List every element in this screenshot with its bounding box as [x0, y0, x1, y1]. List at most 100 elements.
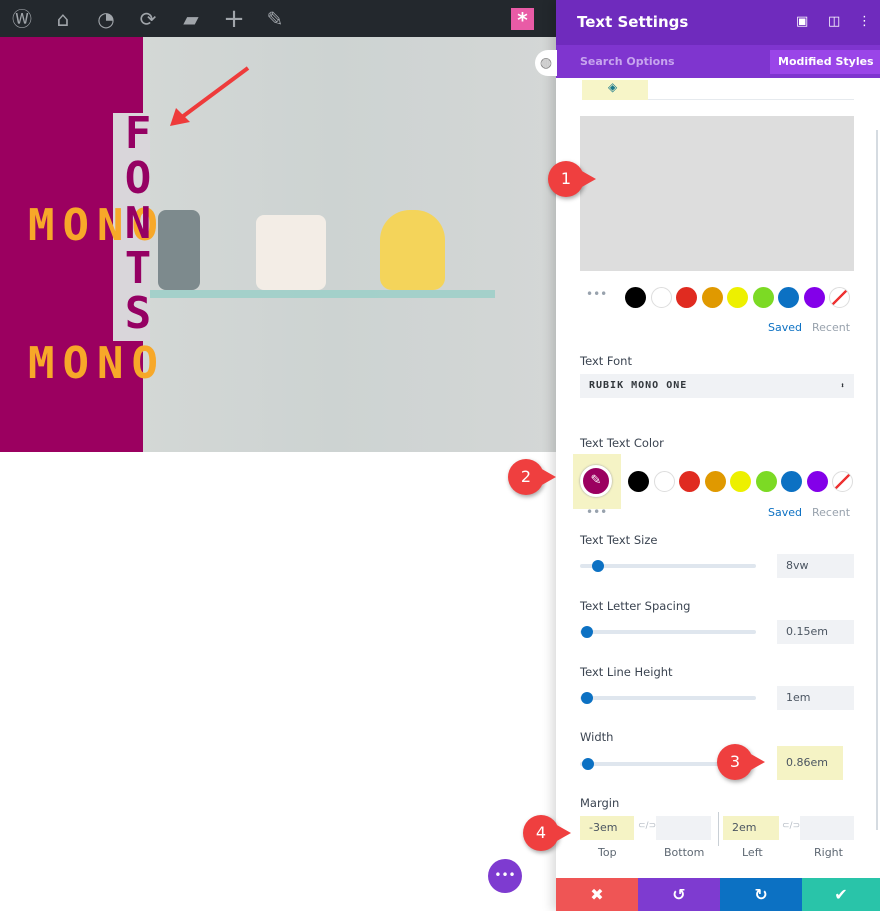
wordpress-icon[interactable]: Ⓦ — [9, 6, 35, 32]
text-font-label: Text Font — [580, 354, 632, 368]
top-label: Top — [598, 846, 617, 859]
margin-label: Margin — [580, 796, 620, 810]
margin-left-input[interactable]: 2em — [723, 816, 779, 840]
settings-panel: Text Settings ▣ ◫ ⋮ Search Options Modif… — [556, 0, 880, 911]
more-colors-icon[interactable]: ••• — [586, 287, 607, 301]
close-icon[interactable]: ✖ — [784, 79, 793, 92]
scrollbar[interactable] — [876, 130, 878, 830]
annotation-badge: 4 — [523, 815, 571, 851]
yellow-vase — [380, 210, 445, 290]
line-height-input[interactable]: 1em — [777, 686, 854, 710]
width-label: Width — [580, 730, 614, 744]
modified-styles-filter[interactable]: Modified Styles ✖ — [770, 50, 880, 92]
right-label: Right — [814, 846, 843, 859]
recent-tab[interactable]: Recent — [812, 506, 850, 519]
redo-button[interactable]: ↻ — [720, 878, 802, 911]
letter-spacing-slider[interactable] — [580, 626, 756, 638]
panel-header: Text Settings ▣ ◫ ⋮ — [556, 0, 880, 45]
color-preview[interactable] — [580, 116, 854, 271]
color-swatch[interactable] — [727, 287, 748, 308]
slider-handle[interactable] — [582, 758, 594, 770]
text-font-value: RUBIK MONO ONE — [589, 380, 688, 391]
text-color-label: Text Text Color — [580, 436, 664, 450]
text-size-input[interactable]: 8vw — [777, 554, 854, 578]
bottom-label: Bottom — [664, 846, 705, 859]
vertical-letter: S — [124, 288, 152, 339]
cancel-button[interactable]: ✖ — [556, 878, 638, 911]
no-color-swatch[interactable] — [829, 287, 850, 308]
sites-icon[interactable]: ⌂ — [50, 6, 76, 32]
slider-handle[interactable] — [592, 560, 604, 572]
red-arrow-annotation — [170, 66, 250, 126]
text-size-label: Text Text Size — [580, 533, 658, 547]
color-swatch[interactable] — [803, 287, 825, 308]
line-height-slider[interactable] — [580, 692, 756, 704]
fullscreen-icon[interactable]: ▣ — [796, 14, 808, 29]
page-settings-button[interactable]: ••• — [488, 859, 522, 893]
comment-icon[interactable]: ▰ — [178, 6, 204, 32]
mono-heading: MONO — [28, 338, 166, 389]
dashboard-icon[interactable]: ◔ — [93, 6, 119, 32]
white-pot — [256, 215, 326, 290]
search-options-input[interactable]: Search Options — [580, 55, 675, 68]
color-swatch[interactable] — [653, 471, 675, 492]
split-view-icon[interactable]: ◫ — [828, 14, 840, 29]
text-size-slider[interactable] — [580, 560, 756, 572]
save-button[interactable]: ✔ — [802, 878, 880, 911]
admin-bar: Ⓦ ⌂ ◔ ⟳ ▰ + ✎ * — [0, 0, 556, 37]
link-icon[interactable]: ⊂/⊃ — [782, 821, 800, 831]
slider-handle[interactable] — [581, 692, 593, 704]
annotation-badge: 3 — [717, 744, 765, 780]
color-swatch[interactable] — [628, 471, 649, 492]
color-swatch[interactable] — [755, 471, 777, 492]
width-input[interactable]: 0.86em — [777, 746, 843, 780]
color-swatch[interactable] — [701, 287, 723, 308]
left-label: Left — [742, 846, 763, 859]
annotation-badge: 1 — [548, 161, 596, 197]
pencil-icon[interactable]: ✎ — [262, 6, 288, 32]
color-swatch[interactable] — [625, 287, 646, 308]
vertical-letter: F — [124, 108, 152, 159]
refresh-icon[interactable]: ⟳ — [135, 6, 161, 32]
color-swatch[interactable] — [781, 471, 802, 492]
color-swatch[interactable] — [679, 471, 700, 492]
color-swatch[interactable] — [778, 287, 799, 308]
color-swatch[interactable] — [730, 471, 751, 492]
saved-tab[interactable]: Saved — [768, 321, 802, 334]
vertical-letter: T — [124, 243, 152, 294]
link-icon[interactable]: ⊂/⊃ — [638, 821, 656, 831]
saved-tab[interactable]: Saved — [768, 506, 802, 519]
margin-bottom-input[interactable] — [656, 816, 711, 840]
margin-right-input[interactable] — [800, 816, 854, 840]
paint-bucket-icon: ◈ — [608, 80, 618, 94]
more-colors-icon[interactable]: ••• — [586, 505, 607, 519]
vertical-letter: N — [124, 198, 152, 249]
divi-star-icon[interactable]: * — [511, 8, 534, 32]
text-font-select[interactable]: RUBIK MONO ONE ⬍ — [580, 374, 854, 398]
annotation-badge: 2 — [508, 459, 556, 495]
letter-spacing-label: Text Letter Spacing — [580, 599, 691, 613]
eyedropper-color-picker[interactable]: ✎ — [580, 465, 612, 497]
no-color-swatch[interactable] — [832, 471, 853, 492]
color-swatch[interactable] — [650, 287, 672, 308]
panel-subheader: Search Options Modified Styles ✖ — [556, 45, 880, 92]
color-swatch[interactable] — [676, 287, 697, 308]
shelf — [150, 290, 495, 298]
vertical-letter: O — [124, 153, 152, 204]
slider-handle[interactable] — [581, 626, 593, 638]
recent-tab[interactable]: Recent — [812, 321, 850, 334]
undo-button[interactable]: ↺ — [638, 878, 720, 911]
globe-icon[interactable]: ◍ — [535, 50, 557, 76]
margin-top-input[interactable]: -3em — [580, 816, 634, 840]
panel-title: Text Settings — [577, 13, 689, 31]
select-arrows-icon: ⬍ — [840, 381, 846, 390]
more-options-icon[interactable]: ⋮ — [858, 14, 871, 29]
color-swatch[interactable] — [704, 471, 726, 492]
plus-icon[interactable]: + — [221, 6, 247, 32]
color-swatch[interactable] — [752, 287, 774, 308]
letter-spacing-input[interactable]: 0.15em — [777, 620, 854, 644]
line-height-label: Text Line Height — [580, 665, 673, 679]
modified-styles-label: Modified Styles — [778, 55, 874, 68]
bg-color-tab[interactable]: ◈ — [582, 80, 648, 100]
color-swatch[interactable] — [806, 471, 828, 492]
